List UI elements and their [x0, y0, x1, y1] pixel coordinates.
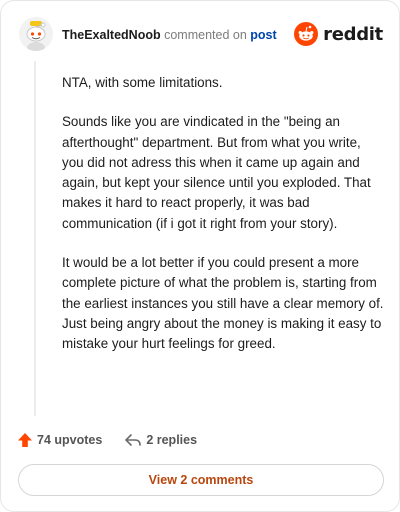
view-comments-button[interactable]: View 2 comments	[18, 464, 384, 496]
comment-card: TheExaltedNoob commented on post reddit …	[0, 0, 400, 512]
comment-paragraph: It would be a lot better if you could pr…	[62, 255, 384, 352]
comment-header: TheExaltedNoob commented on post reddit	[15, 17, 385, 53]
reddit-snoo-icon	[294, 22, 319, 46]
user-avatar[interactable]	[19, 17, 53, 51]
reply-arrow-icon	[125, 434, 142, 446]
commented-on-text: commented on	[164, 28, 247, 42]
upvote-button[interactable]: 74 upvotes	[17, 432, 102, 448]
upvote-count: 74 upvotes	[37, 433, 103, 447]
comment-paragraph: Sounds like you are vindicated in the "b…	[62, 114, 371, 231]
upvote-arrow-icon	[18, 433, 32, 447]
reddit-logo[interactable]: reddit	[294, 21, 383, 47]
thread-line[interactable]	[34, 61, 36, 416]
reddit-wordmark: reddit	[323, 23, 383, 45]
snoo-avatar-icon	[19, 17, 53, 51]
comment-meta: TheExaltedNoob commented on post	[62, 27, 277, 43]
post-link[interactable]: post	[250, 28, 276, 42]
username-link[interactable]: TheExaltedNoob	[62, 28, 161, 42]
replies-button[interactable]: 2 replies	[124, 432, 197, 448]
comment-body: NTA, with some limitations. Sounds like …	[62, 73, 384, 374]
comment-paragraph: NTA, with some limitations.	[62, 75, 223, 90]
reply-count: 2 replies	[146, 433, 198, 447]
comment-actions: 74 upvotes 2 replies	[17, 429, 197, 451]
